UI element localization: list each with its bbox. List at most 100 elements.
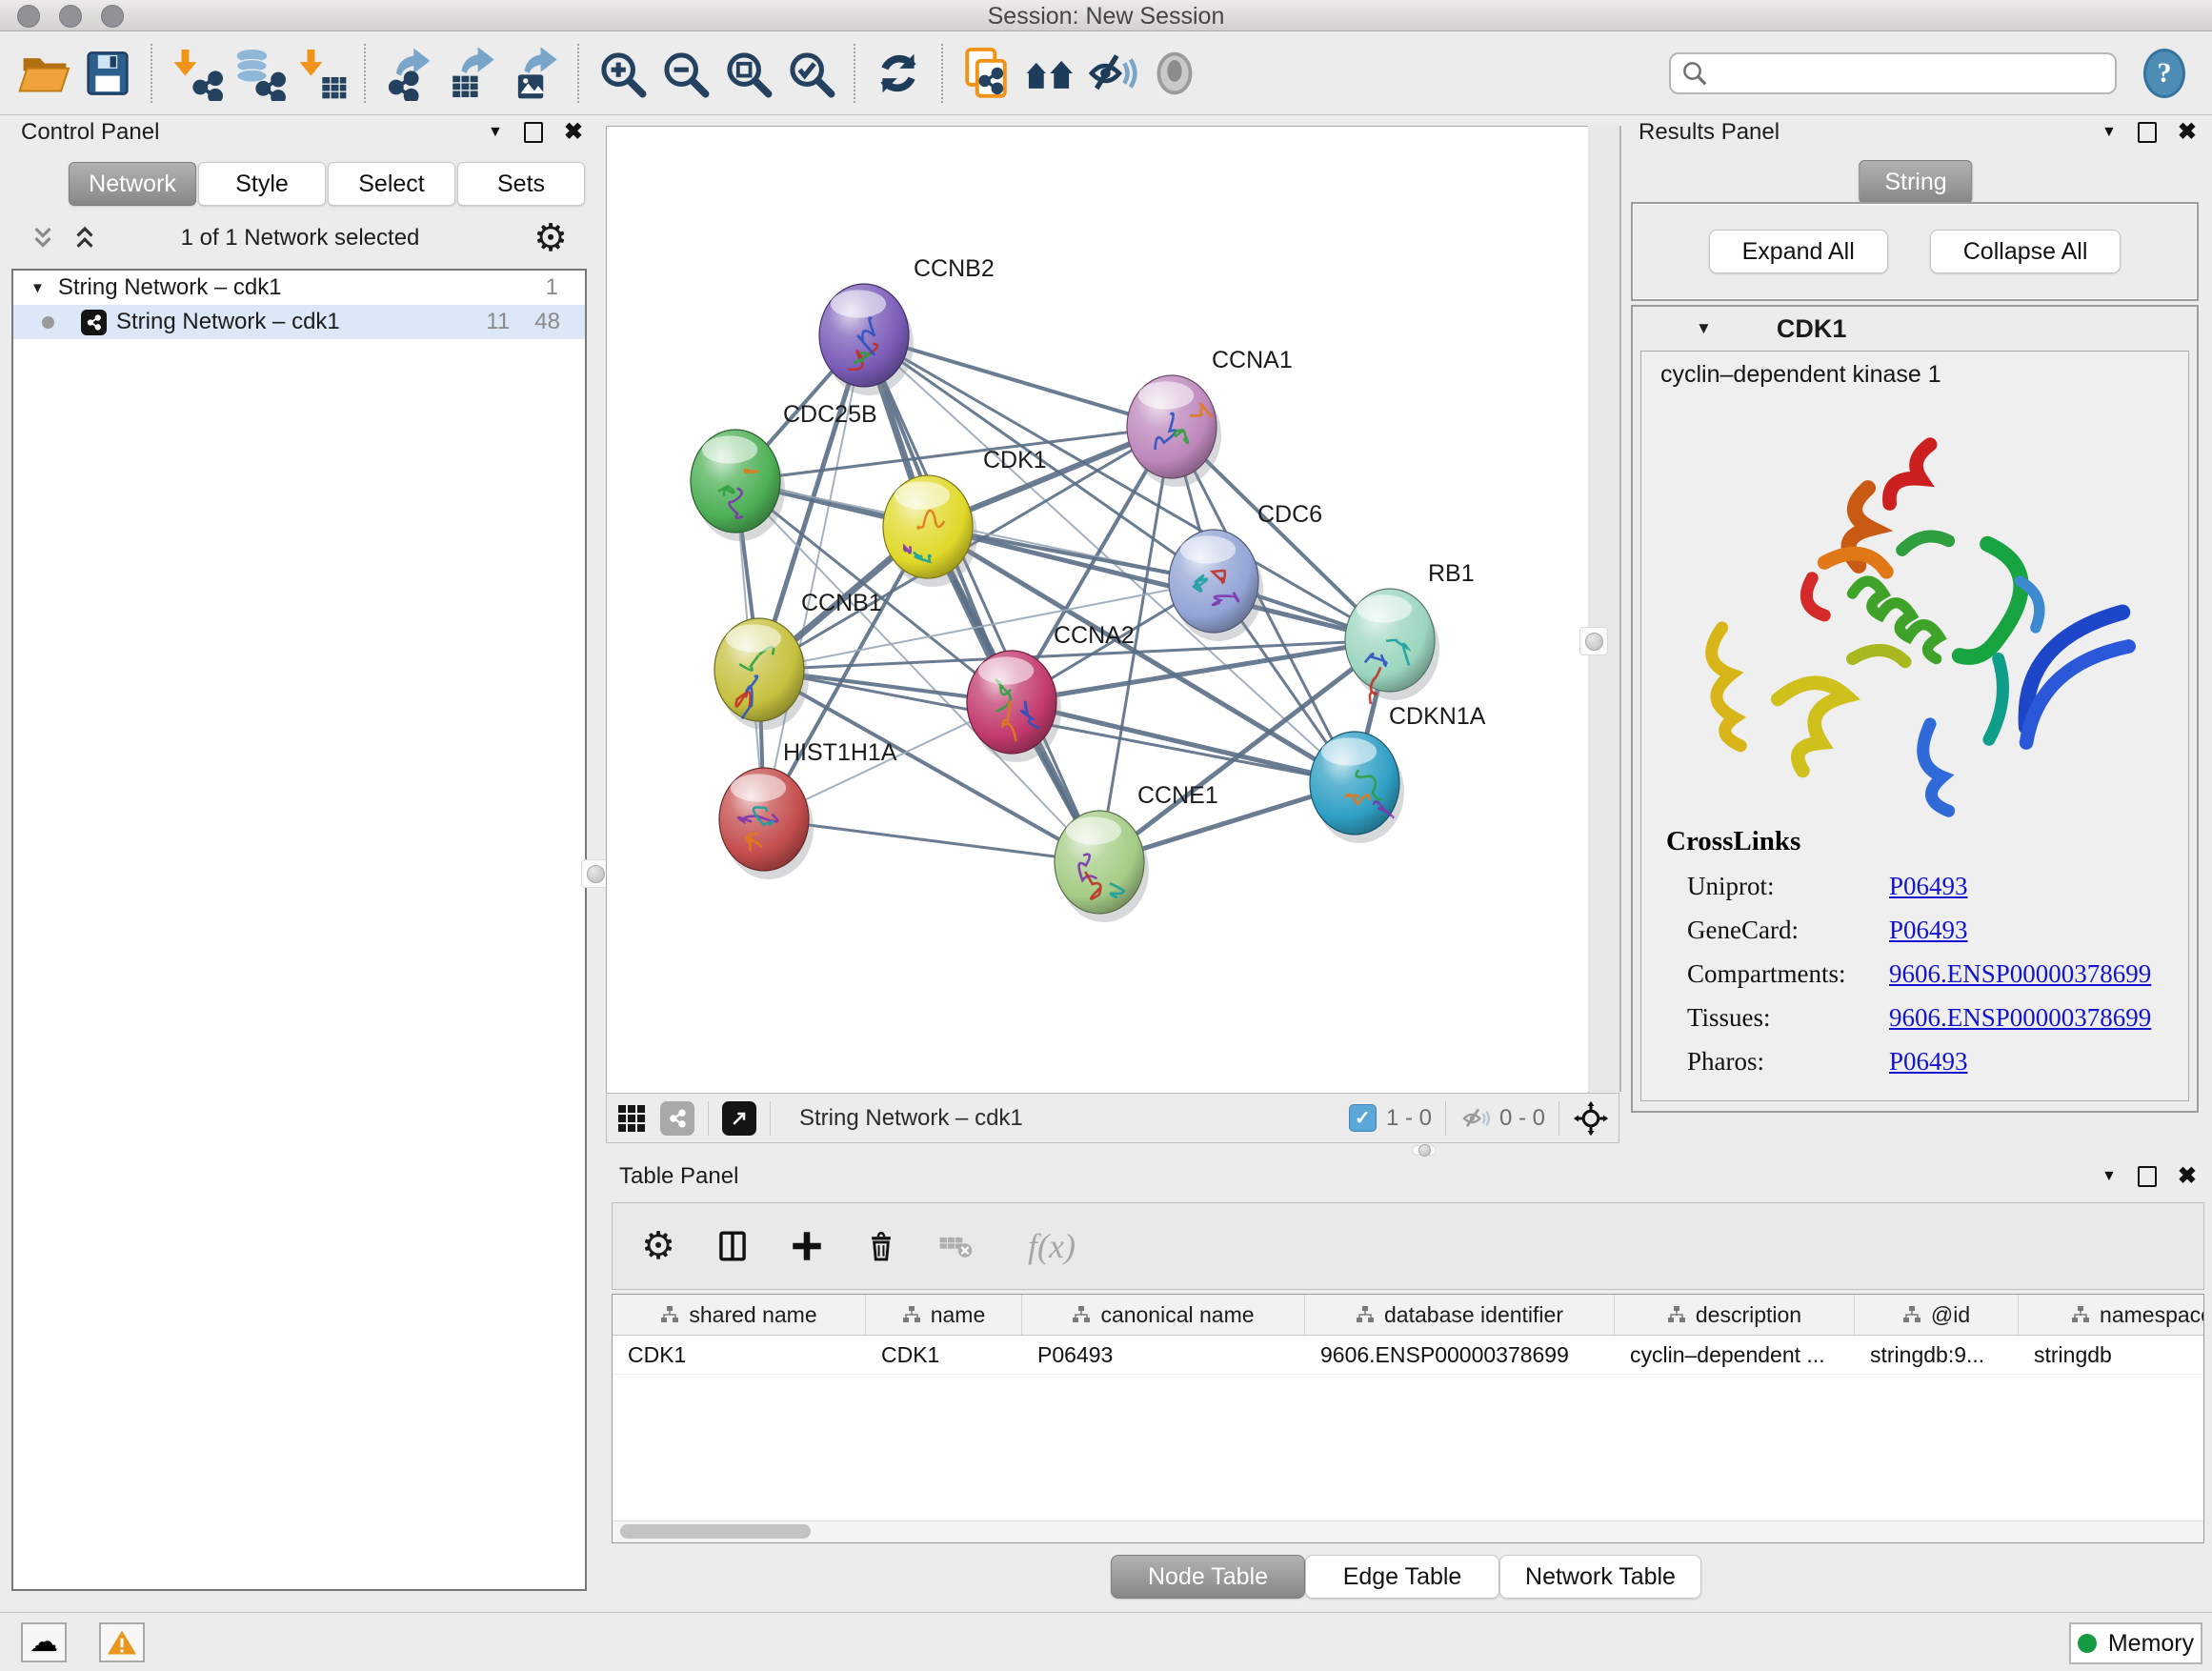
tab-style[interactable]: Style [198, 162, 326, 206]
open-in-new-window-icon[interactable] [722, 1101, 756, 1136]
column-header-database-identifier[interactable]: database identifier [1305, 1295, 1615, 1335]
export-network-button[interactable] [377, 42, 440, 105]
string-network-icon [81, 310, 107, 335]
table-options-button[interactable]: ⚙ [637, 1225, 679, 1267]
export-image-button[interactable] [503, 42, 566, 105]
collapse-all-button[interactable]: Collapse All [1930, 230, 2122, 273]
tab-sets[interactable]: Sets [457, 162, 585, 206]
panel-float-icon[interactable] [2138, 122, 2157, 143]
network-view[interactable]: CCNB2CCNA1CDC25BCDK1CDC6RB1CCNB1CCNA2CDK… [606, 126, 1589, 1094]
crosslink-link[interactable]: P06493 [1889, 872, 1968, 901]
splitter-handle[interactable] [1579, 627, 1608, 655]
string-panel-toggle-icon[interactable] [660, 1101, 694, 1136]
table-cell[interactable]: cyclin–dependent ... [1615, 1336, 1855, 1374]
tab-network-table[interactable]: Network Table [1499, 1555, 1701, 1599]
table-cell[interactable]: 9606.ENSP00000378699 [1305, 1336, 1615, 1374]
control-panel-title: Control Panel [21, 119, 159, 146]
cloud-status-button[interactable]: ☁ [21, 1622, 67, 1662]
table-toolbar: ⚙ [612, 1202, 2204, 1290]
hide-selected-button[interactable] [1080, 42, 1143, 105]
column-header-@id[interactable]: @id [1855, 1295, 2019, 1335]
network-node-CDKN1A[interactable]: CDKN1A [1310, 703, 1486, 843]
network-node-CCNA2[interactable]: CCNA2 [967, 622, 1135, 762]
collapse-caret-icon[interactable]: ▼ [1696, 319, 1712, 338]
table-row[interactable]: CDK1CDK1P064939606.ENSP00000378699cyclin… [613, 1336, 2203, 1375]
panel-menu-icon[interactable]: ▼ [2101, 124, 2117, 141]
panel-close-icon[interactable]: ✖ [2178, 1165, 2197, 1188]
expand-all-button[interactable]: Expand All [1709, 230, 1888, 273]
export-table-button[interactable] [440, 42, 503, 105]
create-column-button[interactable] [786, 1225, 828, 1267]
tree-expander-icon[interactable]: ▼ [30, 280, 45, 296]
import-table-from-file-button[interactable] [290, 42, 352, 105]
tab-network[interactable]: Network [69, 162, 196, 206]
network-node-CCNE1[interactable]: CCNE1 [1055, 782, 1218, 922]
import-network-from-database-button[interactable] [227, 42, 290, 105]
table-cell[interactable]: P06493 [1022, 1336, 1305, 1374]
birds-eye-view-icon[interactable] [616, 1103, 647, 1134]
network-collection-row[interactable]: ▼ String Network – cdk1 1 [13, 271, 585, 305]
import-network-from-file-button[interactable] [164, 42, 227, 105]
control-panel: Control Panel ▼ ✖ NetworkStyleSelectSets… [8, 118, 593, 1606]
column-header-name[interactable]: name [866, 1295, 1022, 1335]
crosslink-link[interactable]: P06493 [1889, 1047, 1968, 1077]
column-header-namespace[interactable]: namespace [2019, 1295, 2204, 1335]
column-header-description[interactable]: description [1615, 1295, 1855, 1335]
delete-table-button[interactable] [935, 1225, 976, 1267]
panel-float-icon[interactable] [2138, 1166, 2157, 1187]
column-header-canonical-name[interactable]: canonical name [1022, 1295, 1305, 1335]
table-cell[interactable]: CDK1 [866, 1336, 1022, 1374]
panel-menu-icon[interactable]: ▼ [2101, 1168, 2117, 1185]
network-row[interactable]: String Network – cdk1 11 48 [13, 305, 585, 339]
tab-edge-table[interactable]: Edge Table [1305, 1555, 1499, 1599]
table-cell[interactable]: stringdb:9... [1855, 1336, 2019, 1374]
tab-select[interactable]: Select [328, 162, 455, 206]
crosslink-link[interactable]: P06493 [1889, 916, 1968, 945]
save-session-button[interactable] [76, 42, 139, 105]
window-title: Session: New Session [0, 3, 2212, 30]
zoom-out-button[interactable] [654, 42, 716, 105]
panel-menu-icon[interactable]: ▼ [488, 124, 503, 141]
memory-button[interactable]: Memory [2069, 1622, 2202, 1664]
tab-string[interactable]: String [1859, 160, 1972, 204]
network-edge[interactable] [864, 335, 1099, 862]
show-columns-button[interactable] [712, 1225, 754, 1267]
crosslink-link[interactable]: 9606.ENSP00000378699 [1889, 959, 2151, 989]
panel-close-icon[interactable]: ✖ [564, 121, 583, 144]
zoom-selected-button[interactable] [779, 42, 842, 105]
network-node-RB1[interactable]: RB1 [1345, 560, 1475, 704]
new-network-from-selection-button[interactable] [955, 42, 1017, 105]
warnings-button[interactable] [99, 1622, 145, 1662]
network-node-CCNB1[interactable]: CCNB1 [714, 590, 882, 730]
zoom-fit-button[interactable] [716, 42, 779, 105]
network-node-HIST1H1A[interactable]: HIST1H1A [719, 739, 897, 879]
show-all-button[interactable] [1143, 42, 1206, 105]
fit-selected-crosshair-icon[interactable] [1573, 1100, 1609, 1137]
horizontal-scrollbar[interactable] [613, 1520, 2203, 1542]
function-builder-button[interactable]: f(x) [1009, 1225, 1095, 1267]
crosslink-link[interactable]: 9606.ENSP00000378699 [1889, 1003, 2151, 1033]
table-cell[interactable]: CDK1 [613, 1336, 866, 1374]
open-session-button[interactable] [13, 42, 76, 105]
export-image-icon [507, 46, 562, 101]
search-input[interactable] [1709, 59, 2105, 88]
column-header-shared-name[interactable]: shared name [613, 1295, 866, 1335]
refresh-button[interactable] [867, 42, 930, 105]
panel-close-icon[interactable]: ✖ [2178, 121, 2197, 144]
zoom-in-button[interactable] [591, 42, 654, 105]
panel-float-icon[interactable] [524, 122, 543, 143]
table-cell[interactable]: stringdb [2019, 1336, 2204, 1374]
network-edge[interactable] [1012, 702, 1355, 783]
help-button[interactable]: ? [2138, 47, 2191, 100]
delete-table-icon [936, 1227, 975, 1265]
scrollbar-thumb[interactable] [620, 1524, 811, 1539]
network-graph[interactable]: CCNB2CCNA1CDC25BCDK1CDC6RB1CCNB1CCNA2CDK… [607, 127, 1588, 1093]
tab-node-table[interactable]: Node Table [1111, 1555, 1305, 1599]
protein-card-header[interactable]: ▼ CDK1 [1633, 307, 2197, 351]
network-edge[interactable] [764, 819, 1099, 862]
first-neighbors-button[interactable] [1017, 42, 1080, 105]
selected-checkbox-icon[interactable]: ✓ [1349, 1104, 1377, 1132]
network-results-splitter[interactable] [1588, 126, 1621, 1092]
network-node-CCNA1[interactable]: CCNA1 [1127, 347, 1293, 487]
delete-column-button[interactable] [860, 1225, 902, 1267]
